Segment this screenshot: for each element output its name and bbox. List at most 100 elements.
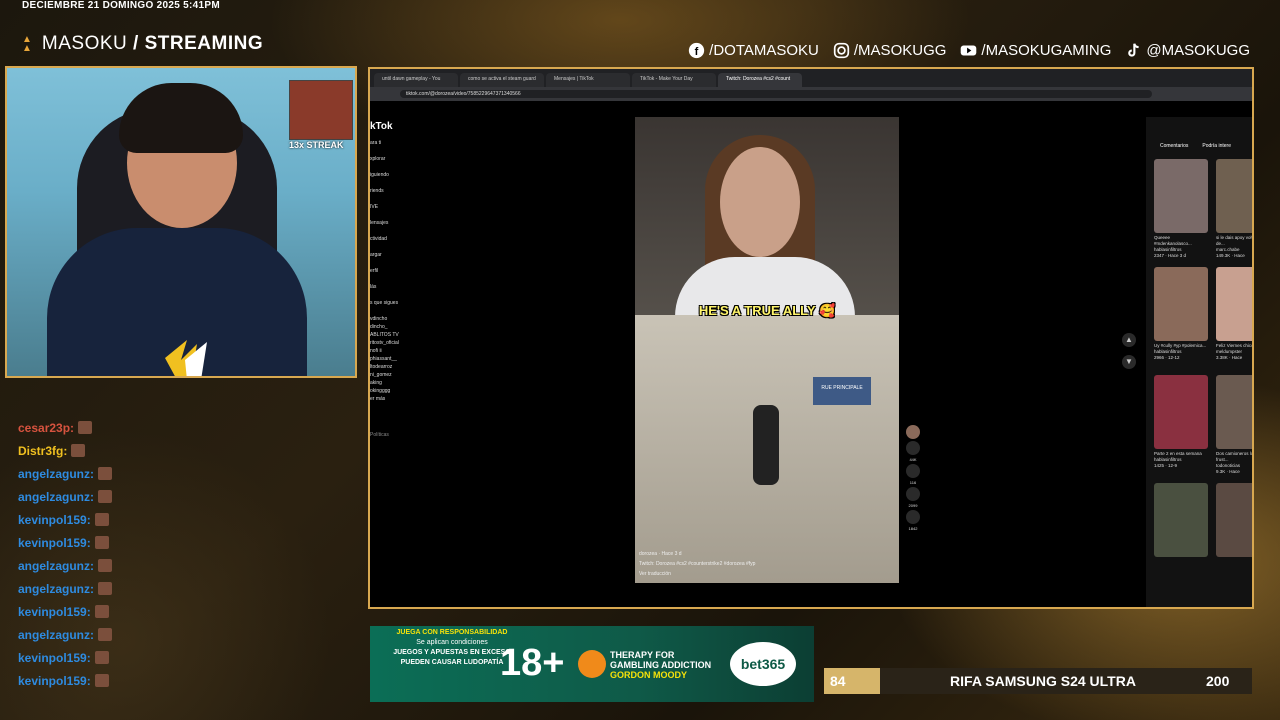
raffle-title: RIFA SAMSUNG S24 ULTRA [880, 668, 1206, 694]
video-card[interactable]: Uy #cully #yp #polemica... hablasinfiltro… [1154, 267, 1208, 367]
instagram-icon [833, 42, 850, 59]
video-thumbnail[interactable] [1154, 267, 1208, 341]
tiktok-nav-item[interactable]: iguiendo [370, 172, 430, 188]
chevron-up-icon[interactable]: ▲ [1122, 333, 1136, 347]
brand-suffix: / STREAMING [133, 33, 264, 54]
see-more-link[interactable]: er más [370, 396, 430, 412]
chat-username[interactable]: angelzagunz: [18, 467, 94, 481]
tiktok-nav-item[interactable]: lensajes [370, 220, 430, 236]
following-item[interactable]: phiassant__ [370, 356, 430, 364]
tiktok-video[interactable]: RUE PRINCIPALE HE'S A TRUE ALLY 🥰 doroze… [635, 117, 899, 583]
tiktok-nav-item[interactable]: ctividad [370, 236, 430, 252]
chat-username[interactable]: Distr3fg: [18, 444, 67, 458]
video-thumbnail[interactable] [1154, 375, 1208, 449]
video-thumbnail[interactable] [1154, 483, 1208, 557]
emote-icon [98, 559, 113, 572]
browser-tab[interactable]: Mensajes | TikTok [546, 73, 630, 87]
video-card[interactable] [1216, 483, 1252, 583]
following-item[interactable]: aking [370, 380, 430, 388]
tiktok-logo: kTok [370, 121, 393, 132]
following-item[interactable]: nofi ii [370, 348, 430, 356]
following-item[interactable]: ltodearroz [370, 364, 430, 372]
browser-tab[interactable]: until dawn gameplay - You [374, 73, 458, 87]
browser-window: until dawn gameplay - You como se activa … [368, 67, 1254, 609]
video-thumbnail[interactable] [1216, 159, 1252, 233]
therapy-text: THERAPY FOR GAMBLING ADDICTION GORDON MO… [610, 650, 711, 680]
following-item[interactable]: ni_gomez [370, 372, 430, 380]
following-item[interactable]: vdincho [370, 316, 430, 324]
video-card[interactable]: si le dais apoy volvemos de...marc.chabe… [1216, 159, 1252, 259]
like-icon[interactable] [906, 441, 920, 455]
tiktok-nav-item[interactable]: erfil [370, 268, 430, 284]
chat-username[interactable]: angelzagunz: [18, 490, 94, 504]
webcam-feed: 13x STREAK [5, 66, 357, 378]
video-thumbnail[interactable] [1154, 159, 1208, 233]
street-sign: RUE PRINCIPALE [813, 377, 871, 405]
video-card[interactable]: Parte 2 en esta semana hablasinfiltros 142… [1154, 375, 1208, 475]
video-card[interactable]: Feliz Viernes chicos!!meldumpster3.38K ·… [1216, 267, 1252, 367]
tiktok-nav-item[interactable]: IVE [370, 204, 430, 220]
following-item[interactable]: ABLITOS TV [370, 332, 430, 340]
emote-icon [94, 536, 109, 549]
video-card[interactable] [1154, 483, 1208, 583]
tiktok-nav-item[interactable]: ara ti [370, 140, 430, 156]
social-youtube: /MASOKUGAMING [960, 42, 1111, 59]
facebook-icon: f [689, 42, 705, 59]
video-description: Twitch: Dorozea #cs2 #counterstrike2 #do… [639, 561, 756, 567]
address-bar[interactable]: tiktok.com/@dorozea/video/75852296473713… [370, 87, 1252, 101]
chat-username[interactable]: kevinpol159: [18, 605, 91, 619]
therapy-line-3: GORDON MOODY [610, 670, 688, 680]
video-card[interactable]: Dos camioneros lograron frust...todonoti… [1216, 375, 1252, 475]
chat-username[interactable]: angelzagunz: [18, 628, 94, 642]
video-author[interactable]: dorozea · Hace 3 d [639, 549, 755, 559]
following-title: s que sigues [370, 300, 399, 306]
chat-username[interactable]: angelzagunz: [18, 582, 94, 596]
comment-icon[interactable] [906, 464, 920, 478]
translate-link[interactable]: Ver traducción [639, 569, 755, 579]
chat-message: angelzagunz: [18, 462, 358, 485]
video-info: dorozea · Hace 3 d Twitch: Dorozea #cs2 … [639, 549, 755, 579]
chat-panel: cesar23p: Distr3fg: angelzagunz: angelzagun… [18, 416, 358, 692]
chat-username[interactable]: kevinpol159: [18, 536, 91, 550]
ad-line-1: JUEGA CON RESPONSABILIDAD [396, 629, 508, 636]
tiktok-nav-item[interactable]: riends [370, 188, 430, 204]
share-icon[interactable] [906, 510, 920, 524]
browser-tab[interactable]: TikTok - Make Your Day [632, 73, 716, 87]
chat-username[interactable]: angelzagunz: [18, 559, 94, 573]
browser-tab[interactable]: como se activa el steam guard [460, 73, 544, 87]
video-card[interactable]: Queeee #mdenkanolasco... hablasinfiltros 2… [1154, 159, 1208, 259]
bookmark-icon[interactable] [906, 487, 920, 501]
soldier-figure [753, 405, 779, 485]
chat-message: Distr3fg: [18, 439, 358, 462]
video-thumbnail[interactable] [1216, 483, 1252, 557]
chat-username[interactable]: cesar23p: [18, 421, 74, 435]
social-handle: @MASOKUGG [1146, 42, 1250, 59]
raffle-left-number: 84 [824, 668, 880, 694]
tab-suggestions[interactable]: Podría intere [1202, 143, 1231, 149]
chat-message: cesar23p: [18, 416, 358, 439]
video-actions: 44K 116 2099 1842 [904, 425, 922, 531]
tab-comments[interactable]: Comentarios [1160, 143, 1188, 149]
emote-icon [94, 605, 109, 618]
url-field[interactable]: tiktok.com/@dorozea/video/75852296473713… [400, 90, 1152, 98]
tiktok-nav-item[interactable]: xplorar [370, 156, 430, 172]
browser-tab[interactable]: Twitch: Dorozea #cs2 #count [718, 73, 802, 87]
tiktok-nav-item[interactable]: argar [370, 252, 430, 268]
emote-icon [94, 513, 109, 526]
social-handle: /DOTAMASOKU [709, 42, 819, 59]
chat-username[interactable]: kevinpol159: [18, 651, 91, 665]
chevron-down-icon[interactable]: ▼ [1122, 355, 1136, 369]
following-item[interactable]: ritostv_oficial [370, 340, 430, 348]
following-item[interactable]: okingggg [370, 388, 430, 396]
tiktok-nav-item[interactable]: lás [370, 284, 430, 300]
following-item[interactable]: dincho_ [370, 324, 430, 332]
chat-username[interactable]: kevinpol159: [18, 513, 91, 527]
chat-username[interactable]: kevinpol159: [18, 674, 91, 688]
video-thumbnail[interactable] [1216, 267, 1252, 341]
policies-link[interactable]: Políticas [370, 432, 430, 448]
tiktok-sidebar: kTok ara ti xplorar iguiendo riends IVE lensa… [370, 103, 430, 448]
video-thumbnail[interactable] [1216, 375, 1252, 449]
author-avatar[interactable] [906, 425, 920, 439]
brand-title: ▲ ▲ MASOKU / STREAMING [22, 33, 263, 55]
chat-message: angelzagunz: [18, 577, 358, 600]
